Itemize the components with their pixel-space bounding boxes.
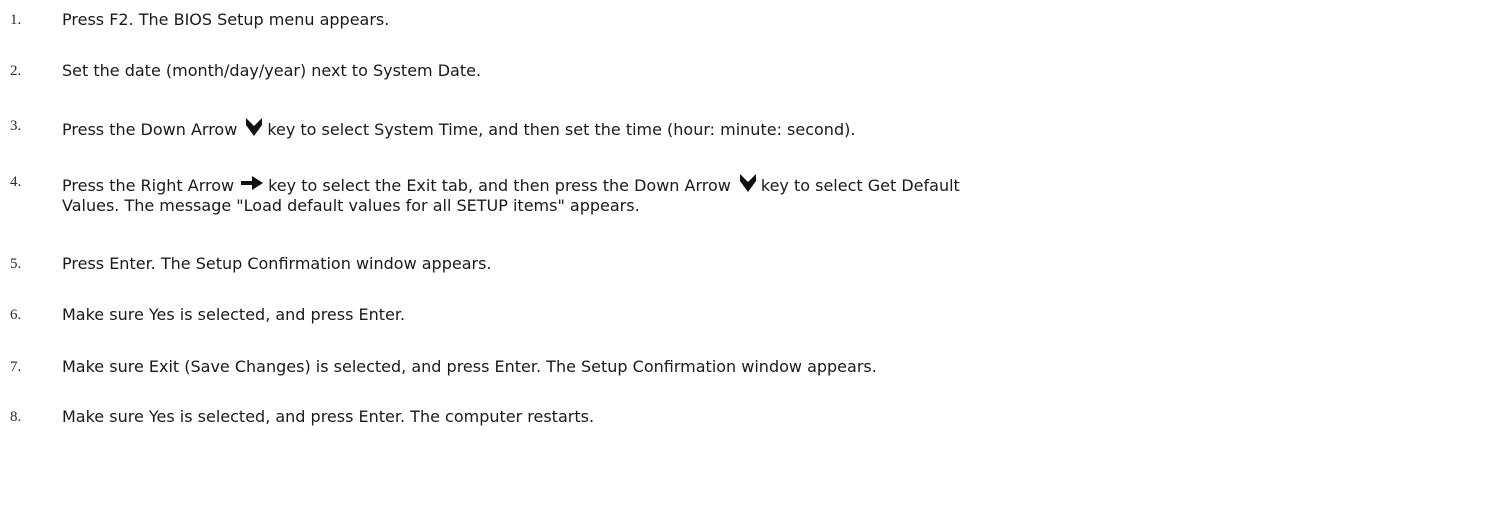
down-arrow-key-icon: [243, 116, 265, 138]
step-number: 2.: [10, 63, 22, 79]
step-text: Set the date (month/day/year) next to Sy…: [62, 61, 482, 80]
step-text-part: key to select Get Default: [760, 176, 960, 195]
step-text-part: key to select the Exit tab, and then pre…: [268, 176, 731, 195]
step-text: Press F2. The BIOS Setup menu appears.: [62, 10, 390, 29]
step-text: Make sure Exit (Save Changes) is selecte…: [62, 357, 877, 376]
step-text-part: key to select System Time, and then set …: [267, 120, 856, 139]
step-text: Press the Down Arrow key to select System…: [62, 116, 1482, 140]
step-text-part: Press the Down Arrow: [62, 120, 238, 139]
step-text: Press Enter. The Setup Confirmation wind…: [62, 254, 492, 273]
step-number: 3.: [10, 118, 22, 134]
step-text-part: Values. The message "Load default values…: [62, 196, 640, 215]
step-number: 1.: [10, 12, 22, 28]
step-number: 7.: [10, 359, 22, 375]
step-text-part: Press the Right Arrow: [62, 176, 235, 195]
step-number: 5.: [10, 256, 22, 272]
step-text: Make sure Yes is selected, and press Ent…: [62, 407, 595, 426]
right-arrow-key-icon: [240, 174, 264, 192]
down-arrow-key-icon: [737, 172, 759, 194]
step-text: Make sure Yes is selected, and press Ent…: [62, 305, 406, 324]
step-text: Press the Right Arrow key to select the E…: [62, 172, 1482, 216]
step-number: 8.: [10, 409, 22, 425]
step-number: 4.: [10, 174, 22, 190]
step-number: 6.: [10, 307, 22, 323]
